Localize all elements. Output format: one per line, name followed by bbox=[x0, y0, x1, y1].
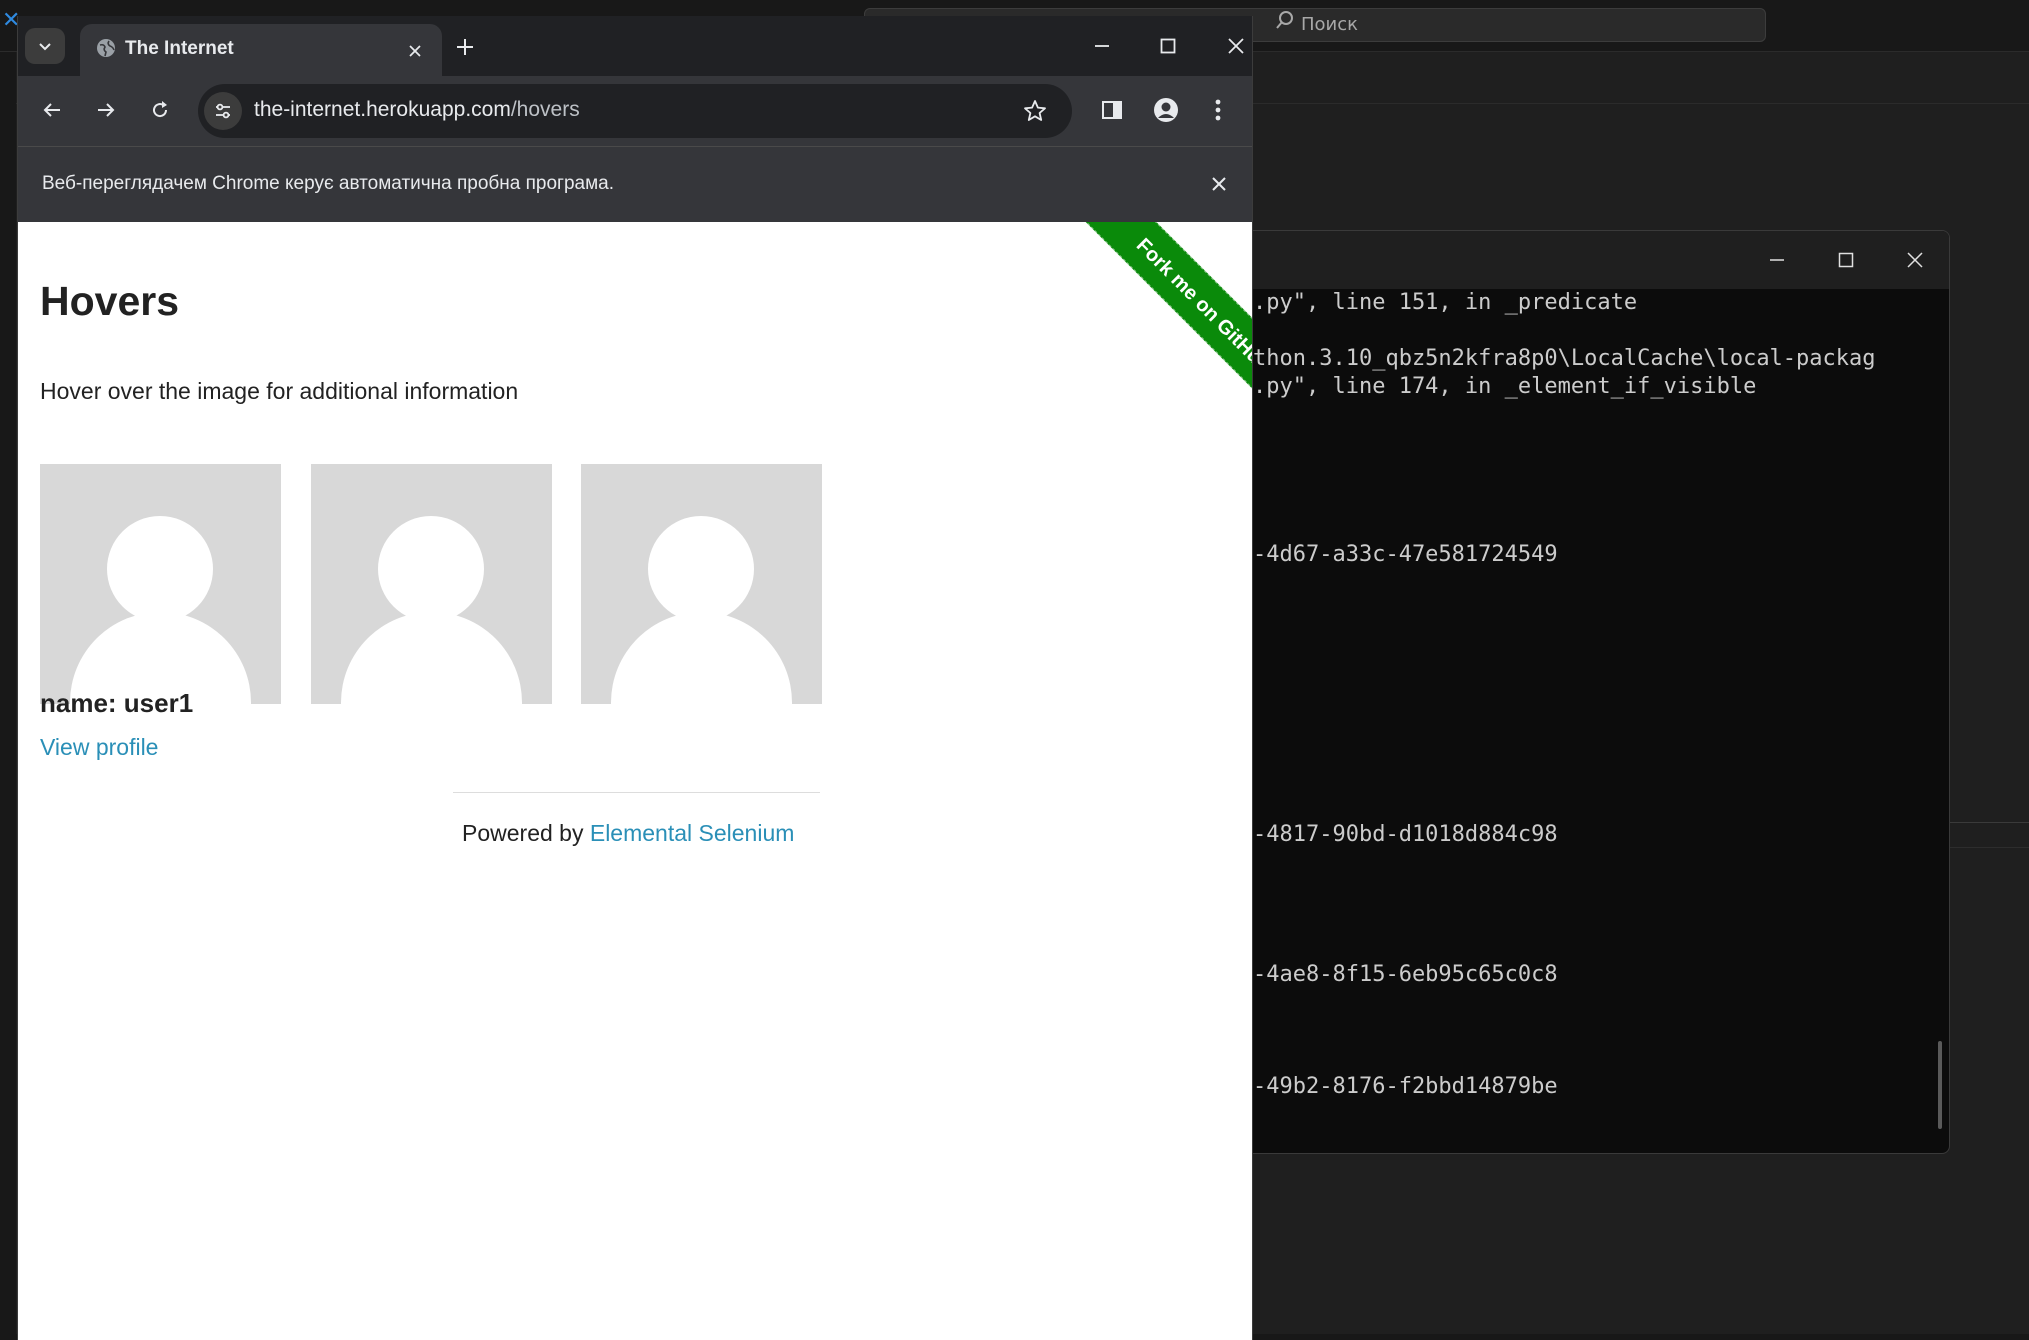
tab-title: The Internet bbox=[125, 38, 234, 59]
profile-button[interactable] bbox=[1146, 90, 1186, 130]
terminal-scrollbar[interactable] bbox=[1938, 1041, 1942, 1129]
github-ribbon-container: Fork me on GitHub bbox=[1052, 222, 1252, 422]
menu-button[interactable] bbox=[1198, 90, 1238, 130]
fork-me-ribbon[interactable]: Fork me on GitHub bbox=[1080, 222, 1252, 422]
close-window-button[interactable] bbox=[1216, 28, 1252, 64]
terminal-line: -4ae8-8f15-6eb95c65c0c8 bbox=[1253, 962, 1558, 987]
maximize-button[interactable] bbox=[1148, 28, 1188, 64]
url-text[interactable]: the-internet.herokuapp.com/hovers bbox=[254, 98, 580, 122]
star-icon bbox=[1024, 100, 1046, 121]
user-name-caption: name: user1 bbox=[40, 688, 194, 718]
plus-icon bbox=[457, 39, 473, 55]
ide-activity-bar bbox=[0, 52, 16, 1340]
minimize-button[interactable] bbox=[1082, 28, 1122, 64]
ide-panel-divider bbox=[1950, 847, 2029, 848]
terminal-titlebar bbox=[1241, 231, 1949, 289]
footer-prefix: Powered by bbox=[462, 820, 590, 846]
browser-window: The Internet the-internet.herokuapp.com/… bbox=[17, 16, 1253, 1340]
maximize-button[interactable] bbox=[1812, 231, 1880, 289]
terminal-line: .py", line 151, in _predicate bbox=[1253, 290, 1638, 315]
avatar-head bbox=[107, 516, 213, 622]
tab-close-button[interactable] bbox=[404, 40, 426, 62]
page-title: Hovers bbox=[40, 278, 180, 324]
reload-icon bbox=[153, 101, 168, 118]
minimize-icon bbox=[1770, 259, 1784, 261]
arrow-left-icon bbox=[43, 103, 60, 117]
tune-icon bbox=[216, 103, 230, 119]
avatar-body bbox=[611, 612, 792, 704]
search-icon bbox=[1275, 9, 1295, 41]
more-vertical-icon bbox=[1215, 99, 1221, 121]
site-info-button[interactable] bbox=[204, 92, 242, 130]
bookmark-button[interactable] bbox=[1018, 94, 1052, 128]
infobar-close-button[interactable] bbox=[1204, 169, 1234, 199]
terminal-line: thon.3.10_qbz5n2kfra8p0\LocalCache\local… bbox=[1253, 346, 1876, 371]
reload-button[interactable] bbox=[140, 90, 180, 130]
back-button[interactable] bbox=[32, 90, 72, 130]
close-button[interactable] bbox=[1881, 231, 1949, 289]
chevron-down-icon bbox=[39, 43, 51, 51]
terminal-window[interactable]: .py", line 151, in _predicate thon.3.10_… bbox=[1240, 230, 1950, 1154]
user-avatar-1[interactable] bbox=[40, 464, 281, 704]
close-icon bbox=[409, 45, 421, 57]
view-profile-link[interactable]: View profile bbox=[40, 734, 158, 761]
avatar-body bbox=[341, 612, 522, 704]
side-panel-button[interactable] bbox=[1092, 90, 1132, 130]
maximize-icon bbox=[1160, 38, 1176, 54]
terminal-output[interactable]: .py", line 151, in _predicate thon.3.10_… bbox=[1253, 289, 1943, 1149]
web-page: Fork me on GitHub Hovers Hover over the … bbox=[18, 222, 1252, 1340]
tab-the-internet[interactable]: The Internet bbox=[80, 24, 442, 76]
automation-infobar: Веб-переглядачем Chrome керує автоматичн… bbox=[18, 146, 1252, 222]
avatar-head bbox=[378, 516, 484, 622]
footer-divider bbox=[453, 792, 820, 793]
close-icon bbox=[1228, 38, 1244, 54]
new-tab-button[interactable] bbox=[450, 32, 480, 62]
avatar-icon bbox=[1154, 98, 1178, 122]
maximize-icon bbox=[1838, 252, 1854, 268]
terminal-line: .py", line 174, in _element_if_visible bbox=[1253, 374, 1757, 399]
ide-panel-divider bbox=[1950, 822, 2029, 823]
user-avatar-3[interactable] bbox=[581, 464, 822, 704]
minimize-icon bbox=[1095, 45, 1109, 47]
close-icon bbox=[1212, 177, 1226, 191]
tab-search-button[interactable] bbox=[25, 28, 65, 64]
page-subtitle: Hover over the image for additional info… bbox=[40, 378, 519, 404]
url-path: /hovers bbox=[510, 98, 580, 121]
terminal-line: -4817-90bd-d1018d884c98 bbox=[1253, 822, 1558, 847]
url-host: the-internet.herokuapp.com bbox=[254, 98, 511, 121]
terminal-line: -4d67-a33c-47e581724549 bbox=[1253, 542, 1558, 567]
side-panel-icon bbox=[1102, 101, 1122, 119]
elemental-selenium-link[interactable]: Elemental Selenium bbox=[590, 820, 795, 846]
avatar-head bbox=[648, 516, 754, 622]
arrow-right-icon bbox=[98, 103, 115, 117]
close-icon bbox=[1907, 252, 1923, 268]
terminal-line: -49b2-8176-f2bbd14879be bbox=[1253, 1074, 1558, 1099]
globe-icon bbox=[96, 38, 116, 62]
page-footer: Powered by Elemental Selenium bbox=[462, 820, 794, 847]
infobar-message: Веб-переглядачем Chrome керує автоматичн… bbox=[42, 173, 615, 194]
user-avatar-2[interactable] bbox=[311, 464, 552, 704]
ide-search-placeholder: Поиск bbox=[1301, 14, 1359, 35]
minimize-button[interactable] bbox=[1743, 231, 1811, 289]
tab-strip: The Internet bbox=[18, 16, 1252, 76]
forward-button[interactable] bbox=[86, 90, 126, 130]
address-bar[interactable]: the-internet.herokuapp.com/hovers bbox=[198, 84, 1072, 138]
